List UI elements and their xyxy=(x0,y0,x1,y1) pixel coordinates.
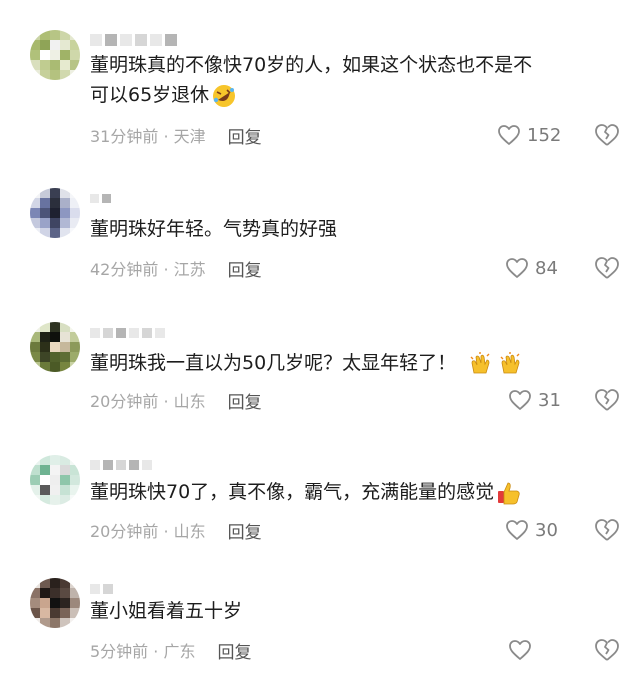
rofl-emoji xyxy=(213,84,236,107)
comment-location: 山东 xyxy=(173,522,206,541)
heart-outline-icon xyxy=(506,258,528,278)
comment-time-location: 20分钟前 · 山东 xyxy=(90,388,206,412)
avatar[interactable] xyxy=(30,322,80,372)
broken-heart-icon[interactable] xyxy=(593,636,621,664)
like-count: 84 xyxy=(535,257,558,279)
comment-text-line: 董明珠真的不像快70岁的人，如果这个状态也不是不 xyxy=(90,54,533,76)
like-button[interactable] xyxy=(508,636,598,664)
comment-time-location: 31分钟前 · 天津 xyxy=(90,123,206,147)
username-obscured[interactable] xyxy=(90,34,177,48)
reply-button[interactable]: 回复 xyxy=(228,388,262,413)
avatar[interactable] xyxy=(30,30,80,80)
comment-meta: 20分钟前 · 山东 回复 30 xyxy=(90,516,640,544)
comment-time-location: 5分钟前 · 广东 xyxy=(90,638,195,662)
broken-heart-icon[interactable] xyxy=(593,386,621,414)
comment-text: 董小姐看着五十岁 xyxy=(90,596,625,626)
reply-button[interactable]: 回复 xyxy=(228,123,262,148)
username-obscured[interactable] xyxy=(90,194,111,208)
comment-text-line: 董明珠快70了，真不像，霸气，充满能量的感觉 xyxy=(90,481,495,503)
comment-text-line: 董明珠好年轻。气势真的好强 xyxy=(90,218,338,240)
avatar[interactable] xyxy=(30,578,80,628)
meta-separator: · xyxy=(158,127,174,146)
comment-meta: 42分钟前 · 江苏 回复 84 xyxy=(90,254,640,282)
comment-location: 山东 xyxy=(173,392,206,411)
comment-meta: 31分钟前 · 天津 回复 152 xyxy=(90,121,640,149)
like-count: 31 xyxy=(538,389,561,411)
reply-button[interactable]: 回复 xyxy=(228,256,262,281)
meta-separator: · xyxy=(158,392,174,411)
comment-meta: 5分钟前 · 广东 回复 xyxy=(90,636,640,664)
like-count: 30 xyxy=(535,519,558,541)
like-button[interactable]: 152 xyxy=(497,121,587,149)
reply-button[interactable]: 回复 xyxy=(217,638,251,663)
comment-text: 董明珠好年轻。气势真的好强 xyxy=(90,214,625,244)
comment-time: 20分钟前 xyxy=(90,522,159,541)
meta-separator: · xyxy=(158,260,174,279)
comment-text-line: 董明珠我一直以为50几岁呢？太显年轻了！ xyxy=(90,352,457,374)
like-button[interactable]: 84 xyxy=(505,254,595,282)
comment-time-location: 20分钟前 · 山东 xyxy=(90,518,206,542)
heart-outline-icon xyxy=(498,125,520,145)
comment-time: 20分钟前 xyxy=(90,392,159,411)
avatar[interactable] xyxy=(30,188,80,238)
comment-time-location: 42分钟前 · 江苏 xyxy=(90,256,206,280)
comment-list: 董明珠真的不像快70岁的人，如果这个状态也不是不 可以65岁退休 31分钟前 ·… xyxy=(0,0,640,678)
broken-heart-icon[interactable] xyxy=(593,121,621,149)
like-count: 152 xyxy=(527,124,562,146)
thumbs-up-emoji xyxy=(498,482,520,504)
broken-heart-icon[interactable] xyxy=(593,516,621,544)
meta-separator: · xyxy=(148,642,164,661)
heart-outline-icon xyxy=(506,520,528,540)
comment-meta: 20分钟前 · 山东 回复 31 xyxy=(90,386,640,414)
like-button[interactable]: 30 xyxy=(505,516,595,544)
clapping-hands-emoji xyxy=(470,351,490,373)
reply-button[interactable]: 回复 xyxy=(228,518,262,543)
comment-time: 31分钟前 xyxy=(90,127,159,146)
username-obscured[interactable] xyxy=(90,328,165,342)
heart-outline-icon xyxy=(509,640,531,660)
comment-location: 天津 xyxy=(173,127,206,146)
comment-text-line: 可以65岁退休 xyxy=(90,84,210,106)
heart-outline-icon xyxy=(509,390,531,410)
comment-text: 董明珠真的不像快70岁的人，如果这个状态也不是不 可以65岁退休 xyxy=(90,50,625,110)
comment-location: 广东 xyxy=(163,642,196,661)
broken-heart-icon[interactable] xyxy=(593,254,621,282)
meta-separator: · xyxy=(158,522,174,541)
comment-location: 江苏 xyxy=(173,260,206,279)
comment-text: 董明珠我一直以为50几岁呢？太显年轻了！ xyxy=(90,348,625,378)
comment-text: 董明珠快70了，真不像，霸气，充满能量的感觉 xyxy=(90,477,625,507)
comment-text-line: 董小姐看着五十岁 xyxy=(90,600,243,622)
comment-time: 5分钟前 xyxy=(90,642,149,661)
username-obscured[interactable] xyxy=(90,460,152,474)
avatar[interactable] xyxy=(30,455,80,505)
comment-time: 42分钟前 xyxy=(90,260,159,279)
clapping-hands-emoji xyxy=(500,351,520,373)
like-button[interactable]: 31 xyxy=(508,386,598,414)
